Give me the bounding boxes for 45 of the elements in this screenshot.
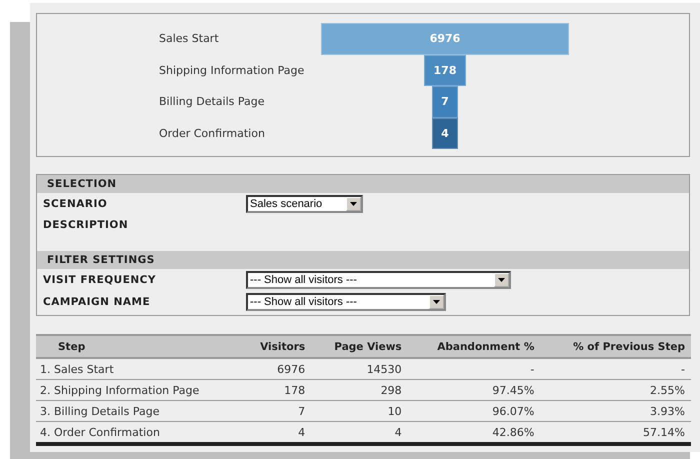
table-cell: 10 bbox=[311, 400, 408, 422]
section-header: SELECTION bbox=[37, 175, 689, 193]
step-label: Order Confirmation bbox=[158, 126, 266, 140]
step-label: Billing Details Page bbox=[158, 95, 266, 108]
table-cell: 4 bbox=[311, 422, 408, 444]
step-label: Shipping Information Page bbox=[158, 64, 306, 77]
table-cell: 14530 bbox=[311, 358, 408, 380]
field-label: SCENARIO bbox=[43, 198, 108, 210]
funnel-bar: 4 bbox=[432, 118, 458, 149]
column-header: Step bbox=[36, 335, 242, 358]
table-cell: 3. Billing Details Page bbox=[36, 400, 242, 422]
table-cell: 57.14% bbox=[540, 422, 691, 444]
column-header: Abandonment % bbox=[408, 335, 540, 358]
table-cell: - bbox=[408, 358, 540, 380]
table-cell: 2. Shipping Information Page bbox=[36, 380, 242, 400]
caret-icon bbox=[429, 295, 444, 309]
table-cell: 4. Order Confirmation bbox=[36, 422, 242, 444]
table-cell: 97.45% bbox=[408, 380, 540, 400]
table-cell: 6976 bbox=[242, 358, 312, 380]
table-cell: 298 bbox=[311, 380, 408, 400]
field-label: DESCRIPTION bbox=[43, 219, 130, 231]
table-cell: 4 bbox=[242, 422, 312, 444]
table-cell: 1. Sales Start bbox=[36, 358, 242, 380]
caret-icon bbox=[346, 197, 361, 211]
table-cell: 96.07% bbox=[408, 400, 540, 422]
table-cell: 7 bbox=[242, 400, 312, 422]
dropdown[interactable]: --- Show all visitors --- bbox=[246, 271, 511, 289]
dropdown[interactable]: --- Show all visitors --- bbox=[246, 293, 446, 311]
caret-icon bbox=[494, 273, 509, 287]
table-cell: - bbox=[540, 358, 691, 380]
step-label: Sales Start bbox=[158, 32, 220, 46]
funnel-bar: 6976 bbox=[321, 23, 569, 54]
field-label: VISIT FREQUENCY bbox=[43, 274, 157, 286]
funnel-bar: 178 bbox=[424, 54, 466, 86]
field-label: CAMPAIGN NAME bbox=[43, 296, 152, 308]
dropdown[interactable]: Sales scenario bbox=[246, 195, 363, 213]
funnel-bar: 7 bbox=[432, 86, 458, 118]
column-header: % of Previous Step bbox=[540, 335, 691, 358]
column-header: Page Views bbox=[311, 335, 408, 358]
table-cell: 2.55% bbox=[540, 380, 691, 400]
column-header: Visitors bbox=[242, 335, 312, 358]
table-cell: 42.86% bbox=[408, 422, 540, 444]
table-cell: 3.93% bbox=[540, 400, 691, 422]
table-cell: 178 bbox=[242, 380, 312, 400]
section-header: FILTER SETTINGS bbox=[37, 251, 689, 269]
